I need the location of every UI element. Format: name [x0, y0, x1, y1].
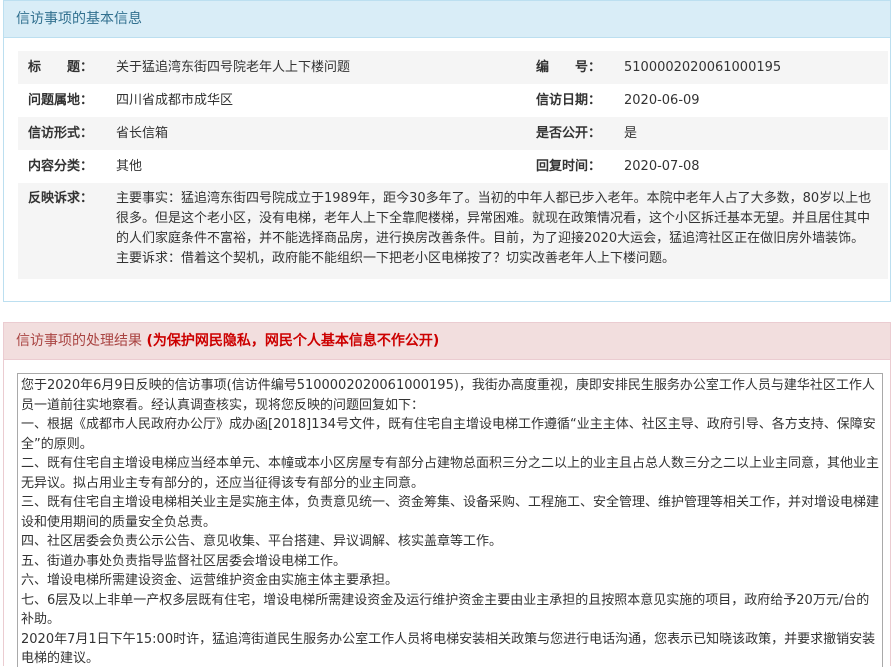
form-label: 信访形式：	[18, 117, 106, 150]
category-value: 其他	[116, 159, 143, 174]
info-row: 问题属地： 四川省成都市成华区 信访日期： 2020-06-09	[18, 84, 888, 117]
location-value: 四川省成都市成华区	[116, 93, 234, 108]
info-row: 标 题： 关于猛追湾东街四号院老年人上下楼问题 编 号： 51000020200…	[18, 51, 888, 84]
date-value: 2020-06-09	[624, 93, 700, 108]
privacy-note: (为保护网民隐私，网民个人基本信息不作公开)	[146, 333, 440, 349]
appeal-row: 反映诉求： 主要事实：猛追湾东街四号院成立于1989年，距今30多年了。当初的中…	[18, 183, 888, 279]
appeal-label: 反映诉求：	[18, 183, 106, 279]
number-label: 编 号：	[526, 51, 614, 84]
public-value: 是	[614, 117, 888, 150]
basic-info-panel: 信访事项的基本信息 标 题： 关于猛追湾东街四号院老年人上下楼问题 编 号： 5…	[3, 0, 891, 302]
info-row: 信访形式： 省长信箱 是否公开： 是	[18, 117, 888, 150]
appeal-text: 主要事实：猛追湾东街四号院成立于1989年，距今30多年了。当初的中年人都已步入…	[106, 183, 888, 279]
reply-time-label: 回复时间：	[536, 159, 602, 174]
date-label: 信访日期：	[536, 93, 602, 108]
form-value: 省长信箱	[106, 117, 526, 150]
result-header-title: 信访事项的处理结果	[16, 333, 142, 349]
basic-info-table: 标 题： 关于猛追湾东街四号院老年人上下楼问题 编 号： 51000020200…	[18, 51, 888, 279]
info-row: 内容分类： 其他 回复时间： 2020-07-08	[18, 150, 888, 183]
public-label: 是否公开：	[526, 117, 614, 150]
number-value: 5100002020061000195	[614, 51, 888, 84]
location-label: 问题属地：	[28, 93, 94, 108]
reply-time-value: 2020-07-08	[624, 159, 700, 174]
title-value: 关于猛追湾东街四号院老年人上下楼问题	[106, 51, 526, 84]
result-header: 信访事项的处理结果 (为保护网民隐私，网民个人基本信息不作公开)	[4, 323, 890, 360]
category-label: 内容分类：	[28, 159, 94, 174]
result-panel: 信访事项的处理结果 (为保护网民隐私，网民个人基本信息不作公开) 您于2020年…	[3, 322, 891, 667]
title-label: 标 题：	[18, 51, 106, 84]
basic-info-header: 信访事项的基本信息	[4, 1, 890, 38]
result-textarea[interactable]: 您于2020年6月9日反映的信访事项(信访件编号5100002020061000…	[17, 373, 883, 667]
